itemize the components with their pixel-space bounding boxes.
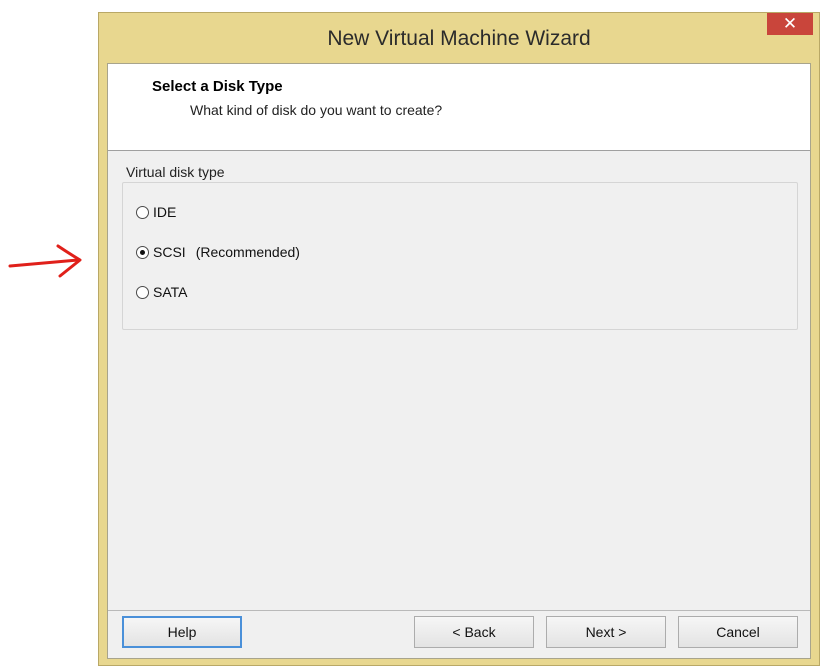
back-button[interactable]: < Back	[414, 616, 534, 648]
radio-button-ide[interactable]	[136, 205, 149, 219]
radio-option-ide[interactable]: IDE	[136, 204, 176, 220]
radio-recommended-note: (Recommended)	[195, 244, 300, 260]
help-button[interactable]: Help	[122, 616, 242, 648]
radio-option-sata[interactable]: SATA	[136, 284, 188, 300]
wizard-header: Select a Disk Type What kind of disk do …	[108, 64, 810, 151]
next-button[interactable]: Next >	[546, 616, 666, 648]
wizard-window: New Virtual Machine Wizard ✕ Select a Di…	[98, 12, 820, 666]
radio-label-scsi: SCSI	[153, 244, 186, 260]
radio-option-scsi[interactable]: SCSI (Recommended)	[136, 244, 300, 260]
red-arrow-right-icon	[8, 244, 82, 278]
radio-label-sata: SATA	[153, 284, 188, 300]
window-title: New Virtual Machine Wizard	[327, 27, 591, 50]
page-title: Select a Disk Type	[152, 78, 283, 95]
close-button[interactable]: ✕	[767, 13, 813, 35]
disk-type-group-label: Virtual disk type	[122, 164, 229, 180]
radio-label-ide: IDE	[153, 204, 177, 220]
wizard-body: Select a Disk Type What kind of disk do …	[107, 63, 811, 659]
radio-button-sata[interactable]	[136, 285, 149, 299]
page-subtitle: What kind of disk do you want to create?	[190, 102, 443, 118]
radio-button-scsi[interactable]	[136, 245, 149, 259]
cancel-button[interactable]: Cancel	[678, 616, 798, 648]
close-icon: ✕	[782, 14, 798, 33]
footer-divider	[108, 610, 810, 611]
title-bar[interactable]: New Virtual Machine Wizard ✕	[99, 13, 819, 63]
